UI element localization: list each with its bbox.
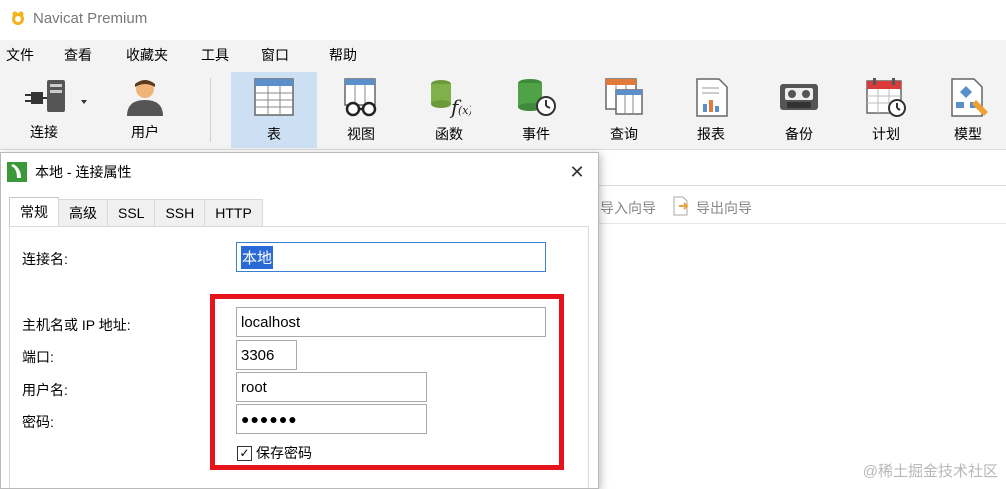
- view-button[interactable]: 视图: [318, 72, 404, 148]
- app-title: Navicat Premium: [33, 9, 148, 27]
- tab-ssl[interactable]: SSL: [107, 199, 156, 226]
- watermark: @稀土掘金技术社区: [862, 463, 998, 480]
- function-label: 函数: [435, 126, 463, 142]
- schedule-button[interactable]: 计划: [843, 72, 929, 148]
- table-button[interactable]: 表: [231, 72, 317, 148]
- view-label: 视图: [347, 126, 375, 142]
- schedule-calendar-icon: [866, 78, 906, 117]
- model-diagram-icon: [951, 78, 988, 117]
- object-toolbar: 导入向导 导出向导: [596, 186, 1006, 224]
- navicat-logo-icon: [12, 11, 24, 25]
- table-icon: [254, 78, 294, 116]
- close-icon[interactable]: ✕: [566, 161, 588, 183]
- schedule-label: 计划: [872, 126, 900, 142]
- tab-ssh[interactable]: SSH: [154, 199, 206, 226]
- mysql-connection-icon: [7, 162, 27, 182]
- main-toolbar: 连接 用户 表 视图 f (x 函数 事件 查询 报表 备份 计划 模型: [0, 70, 1006, 150]
- event-button[interactable]: 事件: [493, 72, 579, 148]
- export-wizard-icon: [673, 196, 689, 216]
- tab-http[interactable]: HTTP: [204, 199, 263, 226]
- password-label: 密码:: [22, 414, 54, 430]
- query-label: 查询: [610, 126, 638, 142]
- toolbar-divider: [210, 78, 211, 142]
- report-button[interactable]: 报表: [668, 72, 754, 148]
- menu-bar: 文件 查看 收藏夹 工具 窗口 帮助: [0, 40, 1006, 70]
- backup-label: 备份: [785, 126, 813, 142]
- view-glasses-icon: [344, 78, 377, 117]
- tab-advanced[interactable]: 高级: [58, 199, 108, 226]
- report-label: 报表: [697, 126, 725, 142]
- model-label: 模型: [954, 126, 982, 142]
- object-tab-strip: [596, 152, 1006, 186]
- model-button[interactable]: 模型: [930, 72, 1006, 148]
- connection-name-input[interactable]: 本地: [236, 242, 546, 272]
- table-label: 表: [267, 126, 281, 142]
- username-label: 用户名:: [22, 382, 68, 398]
- menu-file[interactable]: 文件: [6, 45, 34, 65]
- backup-button[interactable]: 备份: [756, 72, 842, 148]
- function-icon: f (x): [431, 80, 471, 118]
- export-wizard-link[interactable]: 导出向导: [696, 198, 752, 218]
- app-titlebar: Navicat Premium: [0, 0, 1006, 36]
- menu-favorites[interactable]: 收藏夹: [126, 45, 168, 65]
- highlight-annotation-box: [210, 294, 564, 470]
- query-icon: [605, 78, 643, 115]
- connect-button[interactable]: 连接: [6, 72, 106, 148]
- function-button[interactable]: f (x) 函数: [406, 72, 492, 148]
- svg-text:(x): (x): [458, 104, 471, 117]
- tab-general[interactable]: 常规: [9, 197, 59, 226]
- menu-tools[interactable]: 工具: [201, 45, 229, 65]
- user-button[interactable]: 用户: [102, 72, 188, 148]
- user-label: 用户: [131, 124, 159, 140]
- menu-window[interactable]: 窗口: [261, 45, 289, 65]
- menu-view[interactable]: 查看: [64, 45, 92, 65]
- connection-name-value: 本地: [241, 245, 274, 269]
- report-icon: [696, 78, 728, 117]
- import-wizard-link[interactable]: 导入向导: [600, 198, 656, 218]
- event-label: 事件: [522, 126, 550, 142]
- menu-help[interactable]: 帮助: [329, 45, 357, 65]
- dialog-title: 本地 - 连接属性: [35, 164, 132, 180]
- backup-tape-icon: [780, 84, 818, 110]
- host-label: 主机名或 IP 地址:: [22, 317, 131, 333]
- connect-plug-icon: [25, 80, 87, 112]
- dialog-titlebar: 本地 - 连接属性 ✕: [1, 153, 598, 191]
- event-clock-icon: [518, 79, 556, 116]
- user-icon: [127, 80, 163, 116]
- query-button[interactable]: 查询: [581, 72, 667, 148]
- connection-name-label: 连接名:: [22, 251, 68, 267]
- connect-label: 连接: [30, 124, 58, 140]
- port-label: 端口:: [22, 349, 54, 365]
- dialog-tabs: 常规 高级 SSL SSH HTTP: [9, 197, 263, 226]
